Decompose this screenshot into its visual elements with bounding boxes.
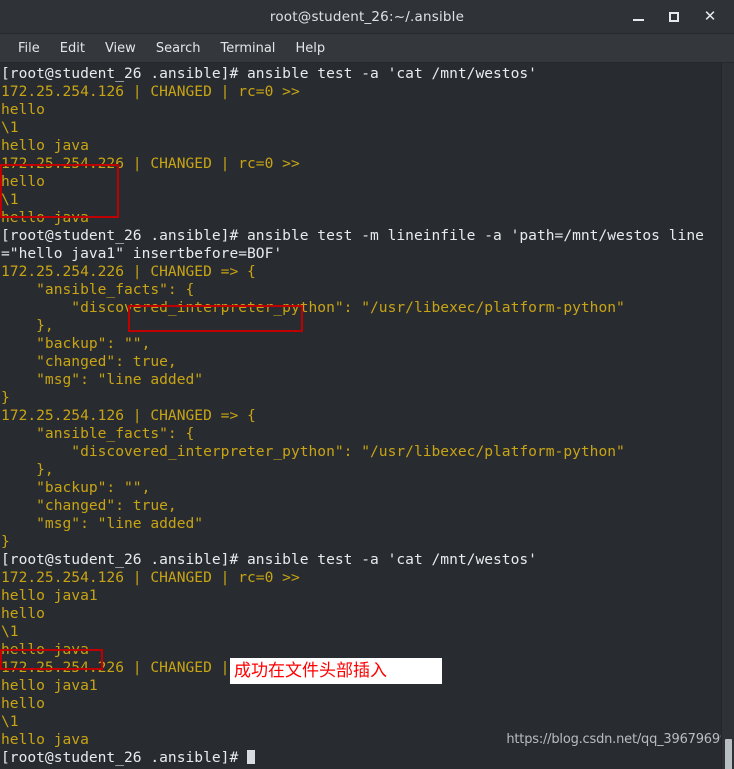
terminal-viewport[interactable]: [root@student_26 .ansible]# ansible test… bbox=[0, 63, 734, 769]
terminal-output-line: hello bbox=[1, 101, 45, 118]
window-controls: ✕ bbox=[630, 9, 734, 25]
watermark-text: https://blog.csdn.net/qq_39679699 bbox=[506, 732, 728, 747]
annotation-label-inserted-at-head: 成功在文件头部插入 bbox=[230, 658, 442, 684]
menu-item-help[interactable]: Help bbox=[285, 38, 335, 59]
menu-bar: File Edit View Search Terminal Help bbox=[0, 34, 734, 63]
minimize-button[interactable] bbox=[630, 9, 646, 25]
terminal-output-line: } bbox=[1, 533, 10, 550]
terminal-window: root@student_26:~/.ansible ✕ File Edit Vie… bbox=[0, 0, 734, 769]
terminal-output-line: 172.25.254.226 | CHANGED | rc=0 >> bbox=[1, 155, 300, 172]
terminal-output-line: "changed": true, bbox=[1, 353, 177, 370]
terminal-output-line: "ansible_facts": { bbox=[1, 425, 195, 442]
terminal-output-line: \1 bbox=[1, 713, 19, 730]
terminal-output-line: hello bbox=[1, 173, 45, 190]
menu-item-file[interactable]: File bbox=[8, 38, 50, 59]
terminal-output-line: hello java1 bbox=[1, 587, 98, 604]
menu-item-view[interactable]: View bbox=[95, 38, 146, 59]
scrollbar-thumb[interactable] bbox=[725, 739, 732, 769]
minimize-icon bbox=[632, 19, 644, 21]
terminal-command-line: [root@student_26 .ansible]# ansible test… bbox=[1, 65, 537, 82]
terminal-output-line: "backup": "", bbox=[1, 335, 151, 352]
terminal-output-line: }, bbox=[1, 461, 54, 478]
menu-item-search[interactable]: Search bbox=[146, 38, 211, 59]
terminal-output-line: "discovered_interpreter_python": "/usr/l… bbox=[1, 443, 625, 460]
terminal-output-line: hello java bbox=[1, 641, 89, 658]
close-button[interactable]: ✕ bbox=[702, 9, 718, 25]
vertical-scrollbar[interactable] bbox=[721, 63, 734, 769]
title-bar: root@student_26:~/.ansible ✕ bbox=[0, 0, 734, 34]
terminal-command-line: ="hello java1" insertbefore=BOF' bbox=[1, 245, 283, 262]
terminal-output-line: "discovered_interpreter_python": "/usr/l… bbox=[1, 299, 625, 316]
terminal-output-line: hello bbox=[1, 605, 45, 622]
terminal-command-line: [root@student_26 .ansible]# ansible test… bbox=[1, 227, 704, 244]
menu-item-edit[interactable]: Edit bbox=[50, 38, 95, 59]
terminal-output-line: "msg": "line added" bbox=[1, 515, 204, 532]
terminal-output-line: }, bbox=[1, 317, 54, 334]
close-icon: ✕ bbox=[703, 7, 717, 25]
maximize-icon bbox=[669, 11, 679, 22]
terminal-cursor bbox=[247, 750, 256, 764]
terminal-output-line: \1 bbox=[1, 191, 19, 208]
terminal-output-line: 172.25.254.226 | CHANGED => { bbox=[1, 263, 256, 280]
terminal-output-line: hello java bbox=[1, 137, 89, 154]
terminal-output-line: "changed": true, bbox=[1, 497, 177, 514]
terminal-output-line: hello java bbox=[1, 209, 89, 226]
terminal-output-line: 172.25.254.126 | CHANGED | rc=0 >> bbox=[1, 569, 300, 586]
terminal-output-line: "ansible_facts": { bbox=[1, 281, 195, 298]
window-title: root@student_26:~/.ansible bbox=[269, 8, 465, 25]
terminal-command-line: [root@student_26 .ansible]# ansible test… bbox=[1, 551, 537, 568]
terminal-output-line: } bbox=[1, 389, 10, 406]
terminal-output-line: 172.25.254.126 | CHANGED | rc=0 >> bbox=[1, 83, 300, 100]
terminal-output-line: "msg": "line added" bbox=[1, 371, 204, 388]
terminal-output-line: \1 bbox=[1, 623, 19, 640]
terminal-output-line: \1 bbox=[1, 119, 19, 136]
menu-item-terminal[interactable]: Terminal bbox=[210, 38, 285, 59]
maximize-button[interactable] bbox=[666, 9, 682, 25]
terminal-command-line: [root@student_26 .ansible]# bbox=[1, 749, 734, 767]
terminal-output-line: hello bbox=[1, 695, 45, 712]
terminal-output-line: 172.25.254.126 | CHANGED => { bbox=[1, 407, 256, 424]
terminal-output-line: "backup": "", bbox=[1, 479, 151, 496]
